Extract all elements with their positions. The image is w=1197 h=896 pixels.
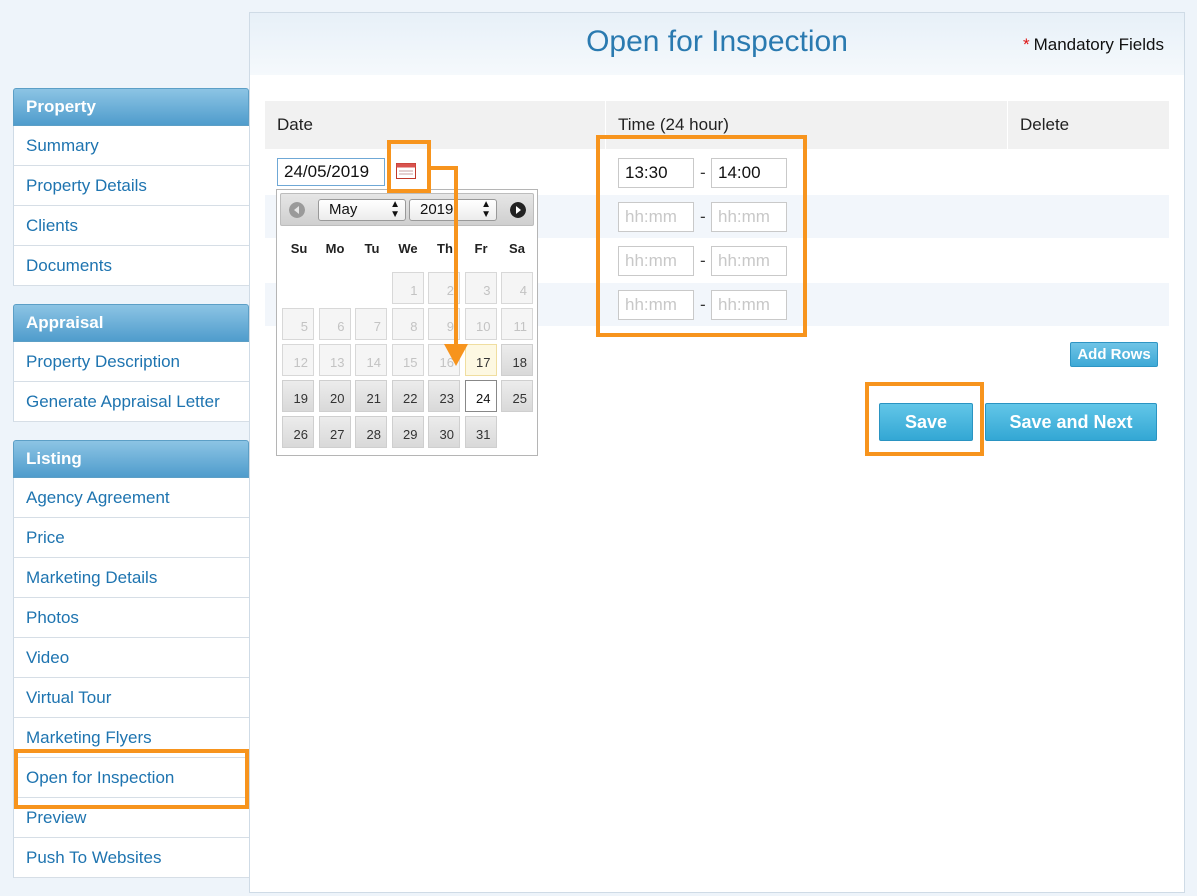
calendar-day[interactable]: 18 bbox=[501, 344, 533, 376]
calendar-day: 1 bbox=[391, 272, 424, 304]
calendar-day[interactable]: 30 bbox=[428, 416, 460, 448]
calendar-day: 9 bbox=[428, 308, 460, 340]
highlight-calendar-icon bbox=[387, 140, 431, 193]
weekday-label: Fr bbox=[474, 241, 488, 256]
sidebar-item-push-to-websites[interactable]: Push To Websites bbox=[13, 838, 249, 878]
add-rows-button[interactable]: Add Rows bbox=[1070, 342, 1158, 367]
calendar-day: 10 bbox=[464, 308, 497, 340]
calendar-day[interactable]: 21 bbox=[355, 380, 387, 412]
calendar-day: 16 bbox=[428, 344, 460, 376]
sidebar-item-clients[interactable]: Clients bbox=[13, 206, 249, 246]
column-date: Date bbox=[265, 101, 606, 149]
sidebar-section-appraisal: Appraisal Property Description Generate … bbox=[13, 304, 249, 422]
mandatory-star: * bbox=[1022, 35, 1030, 54]
calendar-day[interactable]: 23 bbox=[428, 380, 460, 412]
year-select[interactable]: 2019 ▲ ▼ bbox=[409, 199, 497, 221]
sidebar-item-agency-agreement[interactable]: Agency Agreement bbox=[13, 478, 249, 518]
weekday-label: Mo bbox=[325, 241, 345, 256]
calendar-day: 14 bbox=[355, 344, 387, 376]
month-select[interactable]: May ▲ ▼ bbox=[318, 199, 406, 221]
calendar-day[interactable]: 25 bbox=[501, 380, 533, 412]
calendar-day[interactable]: 28 bbox=[355, 416, 387, 448]
calendar-day: 6 bbox=[318, 308, 351, 340]
sidebar-item-virtual-tour[interactable]: Virtual Tour bbox=[13, 678, 249, 718]
next-month-icon[interactable] bbox=[510, 202, 526, 218]
mandatory-text: Mandatory Fields bbox=[1033, 35, 1164, 54]
date-input[interactable]: 24/05/2019 bbox=[277, 158, 385, 186]
calendar-day: 11 bbox=[501, 308, 533, 340]
sidebar-heading-listing: Listing bbox=[13, 440, 249, 478]
sidebar-item-marketing-details[interactable]: Marketing Details bbox=[13, 558, 249, 598]
highlight-sidebar-active bbox=[14, 749, 249, 809]
sidebar-heading-property: Property bbox=[13, 88, 249, 126]
column-delete: Delete bbox=[1020, 115, 1070, 134]
sidebar-item-documents[interactable]: Documents bbox=[13, 246, 249, 286]
save-and-next-button[interactable]: Save and Next bbox=[985, 403, 1157, 441]
weekday-label: We bbox=[398, 241, 418, 256]
calendar-day[interactable]: 19 bbox=[282, 380, 314, 412]
calendar-day[interactable]: 22 bbox=[391, 380, 424, 412]
weekday-label: Su bbox=[290, 241, 308, 256]
month-select-value: May bbox=[329, 201, 358, 218]
calendar-day: 13 bbox=[318, 344, 351, 376]
year-select-value: 2019 bbox=[420, 201, 454, 218]
mandatory-note: * Mandatory Fields bbox=[1023, 35, 1164, 55]
sidebar-heading-appraisal: Appraisal bbox=[13, 304, 249, 342]
calendar-day: 12 bbox=[282, 344, 314, 376]
sidebar-section-listing: Listing Agency Agreement Price Marketing… bbox=[13, 440, 249, 878]
calendar-day: 7 bbox=[355, 308, 387, 340]
highlight-time-inputs bbox=[596, 135, 807, 337]
calendar-day[interactable]: 27 bbox=[318, 416, 351, 448]
sidebar-item-property-details[interactable]: Property Details bbox=[13, 166, 249, 206]
sidebar-item-video[interactable]: Video bbox=[13, 638, 249, 678]
calendar-day: 4 bbox=[501, 272, 533, 304]
page-header: Open for Inspection * Mandatory Fields bbox=[250, 13, 1184, 75]
calendar-day[interactable]: 17 bbox=[464, 344, 497, 376]
sidebar-item-price[interactable]: Price bbox=[13, 518, 249, 558]
calendar-day[interactable]: 20 bbox=[318, 380, 351, 412]
weekday-label: Th bbox=[437, 241, 453, 256]
calendar-day: 15 bbox=[391, 344, 424, 376]
calendar-day[interactable]: 29 bbox=[391, 416, 424, 448]
sidebar-item-generate-appraisal-letter[interactable]: Generate Appraisal Letter bbox=[13, 382, 249, 422]
sidebar-item-photos[interactable]: Photos bbox=[13, 598, 249, 638]
calendar-day: 8 bbox=[391, 308, 424, 340]
select-arrows-icon: ▲ ▼ bbox=[390, 199, 400, 220]
select-arrows-icon: ▲ ▼ bbox=[481, 199, 491, 220]
sidebar-item-summary[interactable]: Summary bbox=[13, 126, 249, 166]
sidebar-item-property-description[interactable]: Property Description bbox=[13, 342, 249, 382]
date-picker: May ▲ ▼ 2019 ▲ ▼ Su Mo Tu We Th Fr Sa 1 2 3 4 5 6 7 8 9 10 1… bbox=[276, 189, 538, 456]
calendar-day: 2 bbox=[428, 272, 460, 304]
calendar-day[interactable]: 31 bbox=[464, 416, 497, 448]
calendar-day: 5 bbox=[282, 308, 314, 340]
calendar-day[interactable]: 24 bbox=[464, 380, 497, 412]
calendar-day[interactable]: 26 bbox=[282, 416, 314, 448]
date-picker-header: May ▲ ▼ 2019 ▲ ▼ bbox=[280, 193, 534, 226]
weekday-label: Sa bbox=[509, 241, 525, 256]
prev-month-icon[interactable] bbox=[289, 202, 305, 218]
calendar-day: 3 bbox=[464, 272, 497, 304]
weekday-label: Tu bbox=[364, 241, 380, 256]
highlight-save-button bbox=[865, 382, 984, 456]
sidebar-section-property: Property Summary Property Details Client… bbox=[13, 88, 249, 286]
